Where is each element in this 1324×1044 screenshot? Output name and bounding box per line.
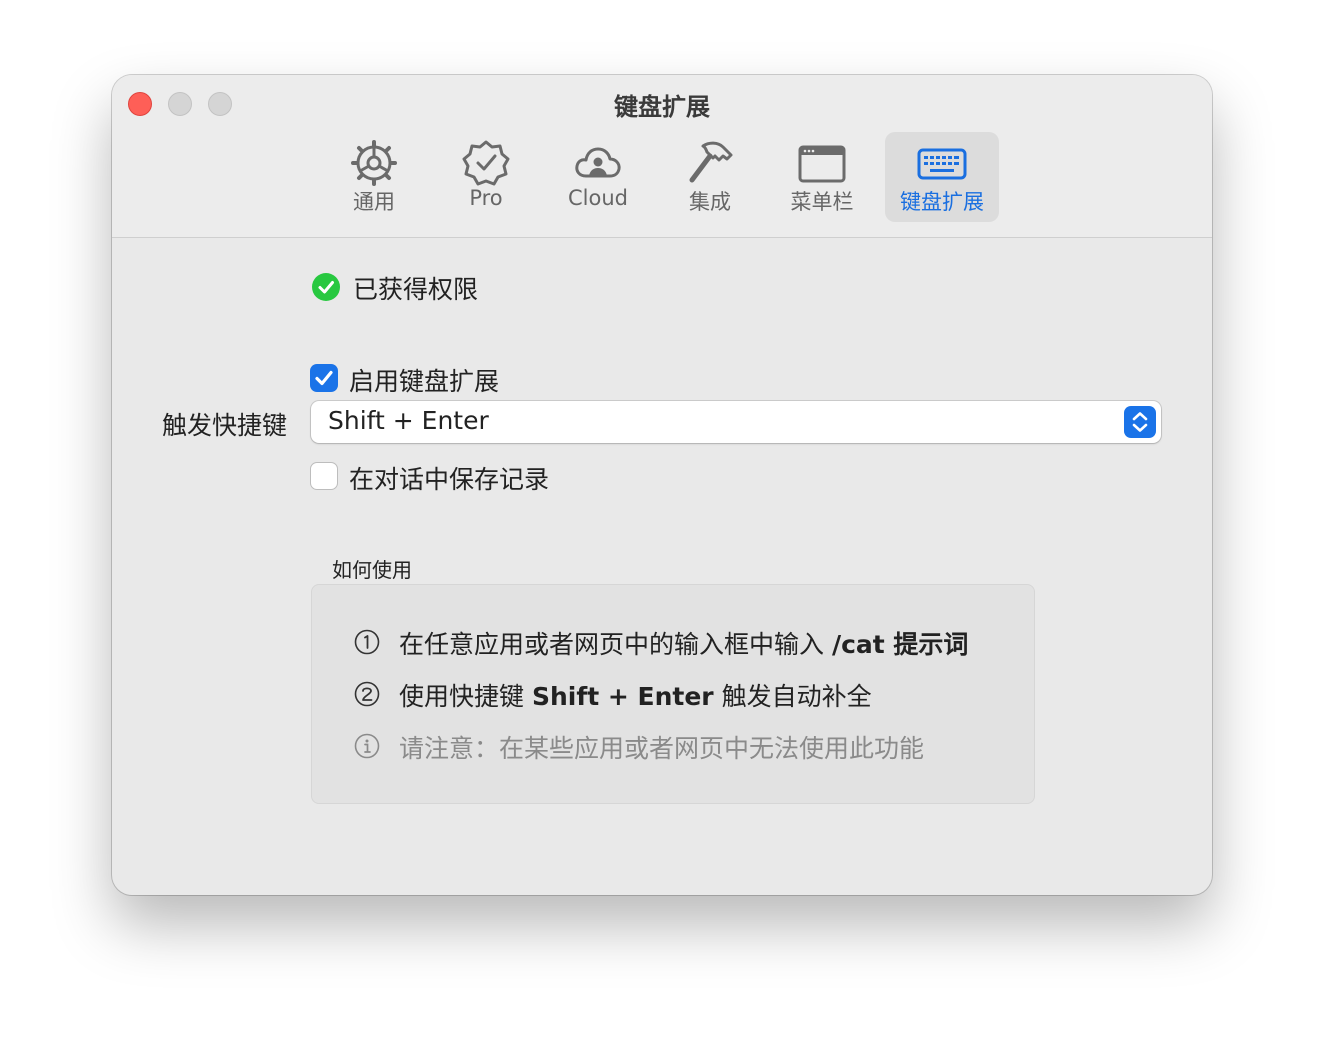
circled-number-two-icon [354, 681, 380, 707]
tab-keyboard-extension[interactable]: 键盘扩展 [885, 132, 999, 222]
howto-note-text: 请注意：在某些应用或者网页中无法使用此功能 [399, 734, 925, 763]
permission-status-text: 已获得权限 [353, 275, 479, 304]
checkmark-circle-icon [312, 273, 340, 301]
enable-extension-label[interactable]: 启用键盘扩展 [349, 362, 499, 398]
howto-step-1-command: /cat 提示词 [831, 630, 969, 659]
tab-cloud-label: Cloud [568, 186, 628, 210]
tab-pro[interactable]: Pro [436, 132, 536, 222]
tab-general[interactable]: 通用 [324, 132, 424, 222]
enable-extension-checkbox[interactable] [310, 364, 338, 392]
shortcut-label: 触发快捷键 [162, 411, 288, 440]
tab-integrations[interactable]: 集成 [660, 132, 760, 222]
tab-keyboard-extension-label: 键盘扩展 [900, 190, 984, 214]
gear-icon [351, 140, 397, 186]
menubar-window-icon [798, 145, 846, 183]
shortcut-select-value: Shift + Enter [328, 406, 489, 435]
howto-step-2-shortcut: Shift + Enter [531, 682, 714, 711]
tab-general-label: 通用 [353, 190, 395, 214]
tab-integrations-label: 集成 [689, 190, 731, 214]
tab-menubar[interactable]: 菜单栏 [772, 132, 872, 222]
tab-menubar-label: 菜单栏 [790, 190, 854, 214]
cloud-person-icon [575, 147, 621, 178]
circled-number-one-icon [354, 629, 380, 655]
howto-step-1-text: 在任意应用或者网页中的输入框中输入 /cat 提示词 [399, 625, 968, 661]
howto-step-2-text: 使用快捷键 Shift + Enter 触发自动补全 [399, 677, 872, 713]
save-history-label[interactable]: 在对话中保存记录 [349, 460, 549, 496]
verified-badge-icon [462, 140, 510, 186]
tab-cloud[interactable]: Cloud [548, 132, 648, 222]
howto-title: 如何使用 [332, 558, 412, 582]
window-title: 键盘扩展 [614, 93, 710, 121]
settings-content: 已获得权限 启用键盘扩展 触发快捷键 Shift + Enter 在对话中保存记… [112, 238, 1212, 895]
howto-step-2-prefix: 使用快捷键 [399, 682, 532, 711]
checkmark-icon [315, 370, 333, 386]
save-history-checkbox[interactable] [310, 462, 338, 490]
hammer-icon [689, 141, 733, 183]
tab-pro-label: Pro [469, 186, 503, 210]
info-icon [354, 733, 380, 759]
keyboard-icon [917, 148, 967, 180]
up-down-chevron-icon[interactable] [1124, 406, 1156, 438]
howto-step-2-suffix: 触发自动补全 [713, 682, 872, 711]
toolbar: 键盘扩展 通用 Pro Cloud 集成 菜单栏 键盘扩展 [112, 75, 1212, 238]
howto-step-1-prefix: 在任意应用或者网页中的输入框中输入 [399, 630, 832, 659]
preferences-window: 键盘扩展 通用 Pro Cloud 集成 菜单栏 键盘扩展 已获得权限 启用键盘… [112, 75, 1212, 895]
howto-box: 在任意应用或者网页中的输入框中输入 /cat 提示词 使用快捷键 Shift +… [311, 584, 1035, 804]
shortcut-select[interactable]: Shift + Enter [311, 401, 1161, 443]
